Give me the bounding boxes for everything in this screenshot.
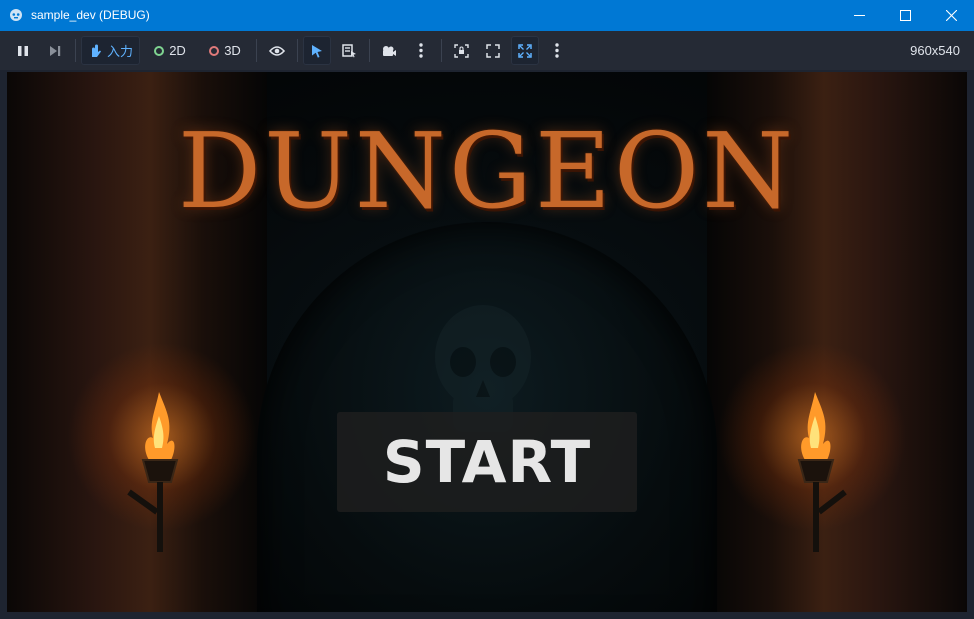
camera-icon	[383, 45, 396, 56]
camera-button[interactable]	[375, 36, 403, 65]
window-title-bar[interactable]: sample_dev (DEBUG)	[0, 0, 974, 31]
embed-options-button[interactable]	[543, 36, 571, 65]
input-hand-icon	[91, 44, 101, 57]
expand-icon	[518, 43, 532, 58]
close-icon	[945, 10, 957, 21]
pause-button[interactable]	[9, 36, 37, 65]
select-tool-button[interactable]	[303, 36, 331, 65]
mode-2d-button[interactable]: 2D	[146, 36, 194, 65]
game-title: DUNGEON	[177, 110, 797, 232]
mode-2d-label: 2D	[169, 43, 186, 58]
start-button[interactable]: START	[337, 412, 637, 512]
minimize-button[interactable]	[836, 0, 882, 31]
embed-lock-button[interactable]	[447, 36, 475, 65]
close-button[interactable]	[928, 0, 974, 31]
eye-icon	[269, 45, 285, 56]
cursor-arrow-icon	[312, 44, 322, 58]
resolution-label: 960x540	[910, 43, 960, 58]
toolbar-separator	[75, 39, 76, 62]
pause-icon	[18, 45, 28, 56]
godot-app-icon	[10, 9, 22, 21]
minimize-icon	[853, 15, 865, 16]
left-torch-icon	[127, 392, 179, 552]
frame-lock-icon	[453, 43, 469, 58]
fullscreen-icon	[486, 43, 500, 58]
more-vertical-icon	[555, 43, 559, 58]
maximize-button[interactable]	[882, 0, 928, 31]
game-viewport[interactable]: DUNGEON START	[7, 72, 967, 612]
fullscreen-button[interactable]	[479, 36, 507, 65]
keep-aspect-button[interactable]	[511, 36, 539, 65]
3d-mode-icon	[209, 45, 220, 56]
camera-options-button[interactable]	[407, 36, 435, 65]
2d-mode-icon	[154, 45, 165, 56]
input-toggle-label: 入力	[106, 44, 133, 59]
toolbar-separator	[256, 39, 257, 62]
input-toggle-button[interactable]: 入力	[81, 36, 140, 65]
mode-3d-button[interactable]: 3D	[201, 36, 249, 65]
game-toolbar: 入力 2D 3D 960x540	[0, 31, 974, 70]
more-vertical-icon	[419, 43, 423, 58]
toolbar-separator	[369, 39, 370, 62]
list-select-icon	[341, 43, 356, 57]
mode-3d-label: 3D	[224, 43, 241, 58]
right-torch-icon	[797, 392, 847, 552]
visibility-button[interactable]	[263, 36, 291, 65]
toolbar-separator	[441, 39, 442, 62]
toolbar-separator	[297, 39, 298, 62]
list-select-button[interactable]	[335, 36, 363, 65]
next-frame-icon	[50, 45, 61, 56]
start-button-label: START	[382, 428, 592, 496]
next-frame-button[interactable]	[41, 36, 69, 65]
window-title: sample_dev (DEBUG)	[31, 8, 150, 22]
maximize-icon	[899, 10, 911, 21]
